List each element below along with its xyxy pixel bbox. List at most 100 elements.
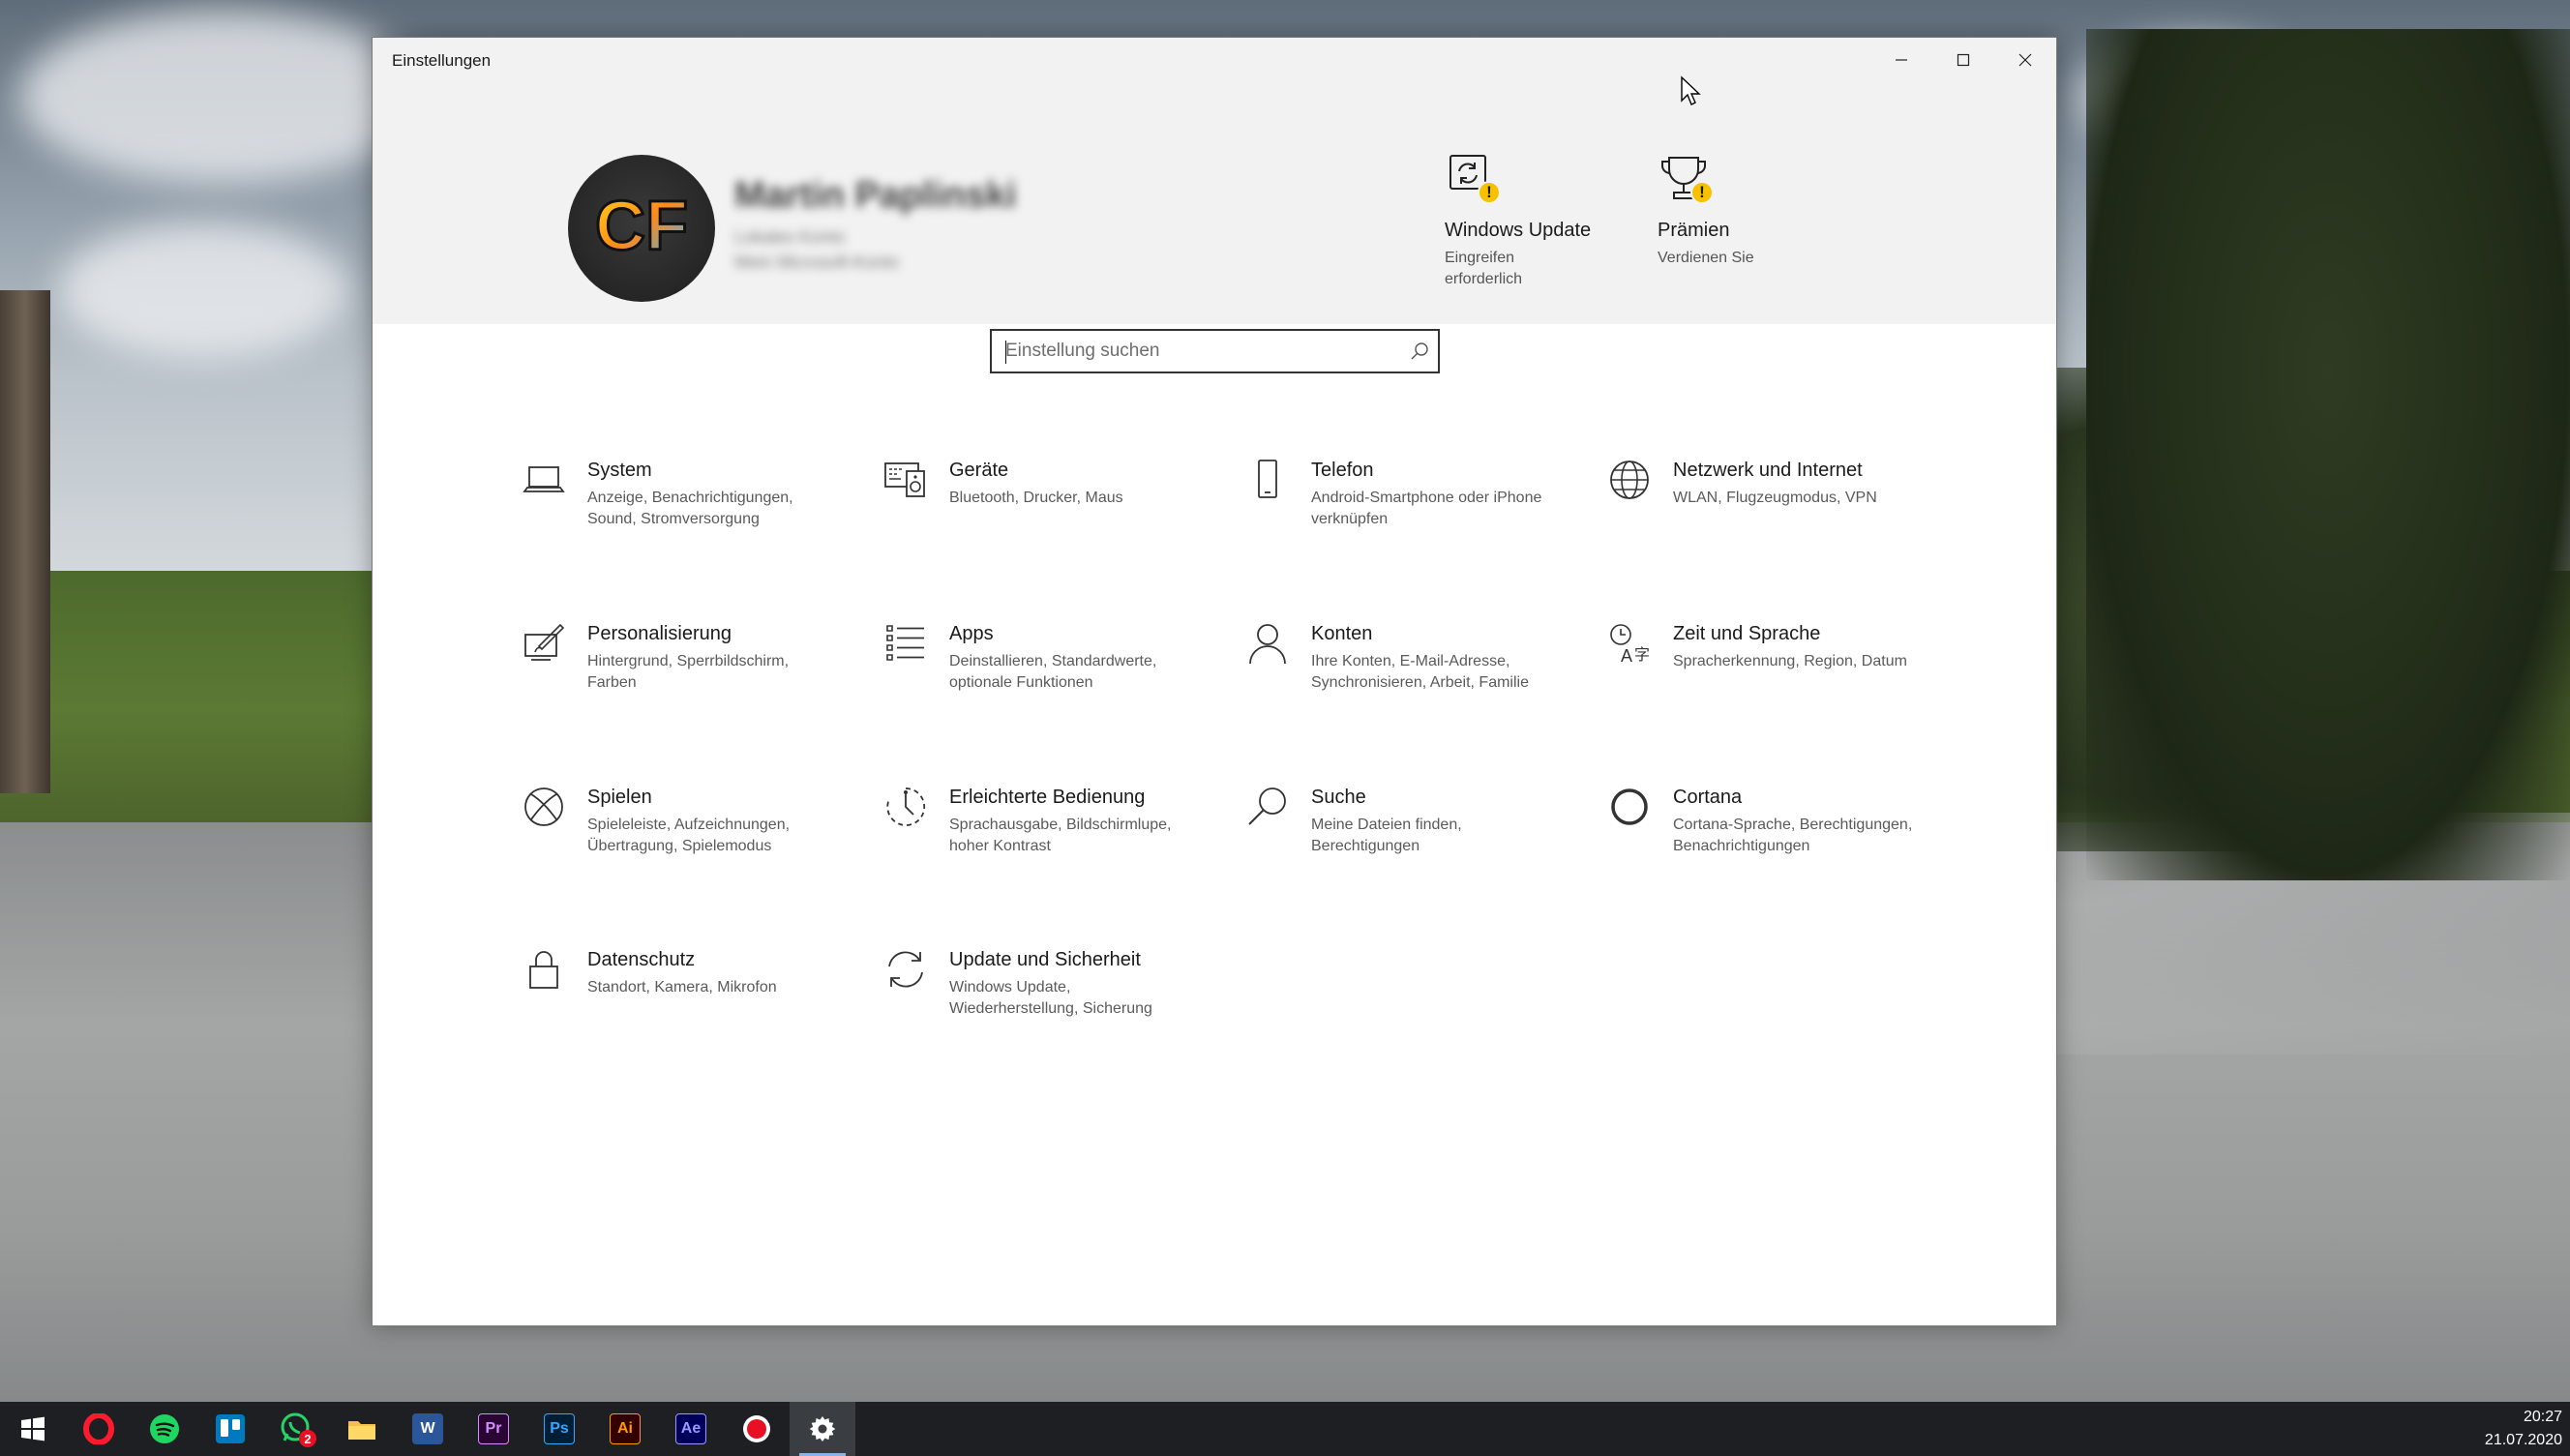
category-gaming[interactable]: Spielen Spieleleiste, Aufzeichnungen, Üb… [522, 787, 841, 857]
category-description: Bluetooth, Drucker, Maus [949, 490, 1123, 506]
category-update-security[interactable]: Update und Sicherheit Windows Update, Wi… [883, 949, 1203, 1020]
category-description: Hintergrund, Sperrbildschirm, Farben [587, 653, 790, 691]
category-title: Netzwerk und Internet [1673, 460, 1863, 481]
category-description: Sprachausgabe, Bildschirmlupe, hoher Kon… [949, 817, 1172, 854]
cf-logo-icon: CF [594, 187, 690, 267]
category-title: Cortana [1673, 787, 1743, 808]
word-icon: W [412, 1413, 443, 1444]
category-privacy[interactable]: Datenschutz Standort, Kamera, Mikrofon [522, 949, 841, 998]
wallpaper-cloud [58, 223, 348, 358]
taskbar-file-explorer[interactable] [329, 1402, 395, 1456]
close-button[interactable] [1994, 38, 2056, 82]
windows-start-icon [21, 1416, 45, 1441]
category-description: Ihre Konten, E-Mail-Adresse, Synchronisi… [1311, 653, 1529, 691]
category-description: Meine Dateien finden, Berechtigungen [1311, 817, 1462, 854]
user-name: Martin Paplinski [734, 175, 1017, 216]
taskbar-premiere[interactable]: Pr [461, 1402, 526, 1456]
start-button[interactable] [0, 1402, 66, 1456]
search-icon [1245, 785, 1292, 831]
taskbar-word[interactable]: W [395, 1402, 461, 1456]
avatar-text: CF [595, 188, 688, 265]
taskbar-trello[interactable] [197, 1402, 263, 1456]
globe-icon [1607, 458, 1654, 504]
sync-icon [883, 947, 930, 994]
taskbar-opera[interactable] [66, 1402, 132, 1456]
laptop-icon [522, 458, 568, 504]
category-apps[interactable]: Apps Deinstallieren, Standardwerte, opti… [883, 623, 1203, 694]
illustrator-icon: Ai [610, 1413, 641, 1444]
mouse-cursor-icon [1681, 75, 1701, 105]
category-devices[interactable]: Geräte Bluetooth, Drucker, Maus [883, 460, 1203, 509]
category-phone[interactable]: Telefon Android-Smartphone oder iPhone v… [1245, 460, 1565, 530]
close-icon [2018, 53, 2032, 67]
title-bar[interactable]: Einstellungen [373, 38, 2056, 82]
trophy-icon: ! [1658, 150, 1716, 208]
category-title: Personalisierung [587, 623, 732, 644]
user-account-type: Lokales Konto [734, 227, 846, 247]
warning-badge: ! [1690, 181, 1714, 204]
category-description: Android-Smartphone oder iPhone verknüpfe… [1311, 490, 1542, 527]
taskbar-illustrator[interactable]: Ai [592, 1402, 658, 1456]
quick-subtitle: Eingreifen erforderlich [1445, 250, 1523, 287]
photoshop-icon: Ps [544, 1413, 575, 1444]
window-title: Einstellungen [392, 51, 492, 70]
notification-badge: 2 [299, 1430, 316, 1447]
search-input[interactable] [992, 331, 1438, 371]
taskbar-recorder[interactable] [724, 1402, 790, 1456]
clock-date: 21.07.2020 [2484, 1432, 2562, 1448]
category-description: Cortana-Sprache, Berechtigungen, Benachr… [1673, 817, 1913, 854]
time-language-icon: A字 [1607, 621, 1654, 668]
category-title: Konten [1311, 623, 1373, 644]
taskbar-settings[interactable] [790, 1402, 855, 1456]
category-accounts[interactable]: Konten Ihre Konten, E-Mail-Adresse, Sync… [1245, 623, 1565, 694]
category-title: Telefon [1311, 460, 1374, 481]
premiere-icon: Pr [478, 1413, 509, 1444]
category-description: Spieleleiste, Aufzeichnungen, Übertragun… [587, 817, 791, 854]
opera-icon [83, 1413, 114, 1444]
search-box[interactable] [990, 329, 1440, 373]
maximize-button[interactable] [1932, 38, 1994, 82]
warning-badge: ! [1478, 181, 1501, 204]
after-effects-icon: Ae [675, 1413, 706, 1444]
category-description: Anzeige, Benachrichtigungen, Sound, Stro… [587, 490, 793, 527]
svg-text:字: 字 [1634, 646, 1650, 664]
user-account-link[interactable]: Mein Microsoft-Konto [734, 253, 899, 273]
person-icon [1245, 621, 1292, 668]
category-title: Update und Sicherheit [949, 949, 1141, 970]
category-system[interactable]: System Anzeige, Benachrichtigungen, Soun… [522, 460, 841, 530]
category-network[interactable]: Netzwerk und Internet WLAN, Flugzeugmodu… [1607, 460, 1927, 509]
quick-subtitle: Verdienen Sie [1658, 250, 1754, 266]
category-description: WLAN, Flugzeugmodus, VPN [1673, 490, 1877, 506]
category-title: Datenschutz [587, 949, 696, 970]
keyboard-speaker-icon [883, 458, 930, 504]
taskbar-spotify[interactable] [132, 1402, 197, 1456]
phone-icon [1245, 458, 1292, 504]
paint-icon [522, 621, 568, 668]
search-icon[interactable] [1409, 341, 1430, 362]
quick-windows-update[interactable]: ! Windows Update Eingreifen erforderlich [1445, 150, 1591, 290]
maximize-icon [1957, 53, 1970, 67]
quick-rewards[interactable]: ! Prämien Verdienen Sie [1658, 150, 1793, 269]
lock-icon [522, 947, 568, 994]
taskbar-after-effects[interactable]: Ae [658, 1402, 724, 1456]
accessibility-icon [883, 785, 930, 831]
category-ease-of-access[interactable]: Erleichterte Bedienung Sprachausgabe, Bi… [883, 787, 1203, 857]
minimize-icon [1896, 59, 1907, 61]
category-description: Standort, Kamera, Mikrofon [587, 979, 777, 995]
category-time-language[interactable]: A字 Zeit und Sprache Spracherkennung, Reg… [1607, 623, 1927, 672]
category-description: Deinstallieren, Standardwerte, optionale… [949, 653, 1157, 691]
category-search[interactable]: Suche Meine Dateien finden, Berechtigung… [1245, 787, 1565, 857]
wallpaper-tree [2086, 29, 2570, 880]
category-title: Geräte [949, 460, 1009, 481]
text-caret [1005, 341, 1006, 364]
category-personalization[interactable]: Personalisierung Hintergrund, Sperrbilds… [522, 623, 841, 694]
avatar[interactable]: CF [568, 155, 715, 302]
category-cortana[interactable]: Cortana Cortana-Sprache, Berechtigungen,… [1607, 787, 1927, 857]
settings-gear-icon [809, 1416, 836, 1441]
taskbar-photoshop[interactable]: Ps [526, 1402, 592, 1456]
category-title: Apps [949, 623, 994, 644]
minimize-button[interactable] [1870, 38, 1932, 82]
taskbar-clock[interactable]: 20:27 21.07.2020 [2485, 1406, 2562, 1452]
account-header: CF Martin Paplinski Lokales Konto Mein M… [373, 82, 2056, 324]
taskbar-whatsapp[interactable]: 2 [263, 1402, 329, 1456]
